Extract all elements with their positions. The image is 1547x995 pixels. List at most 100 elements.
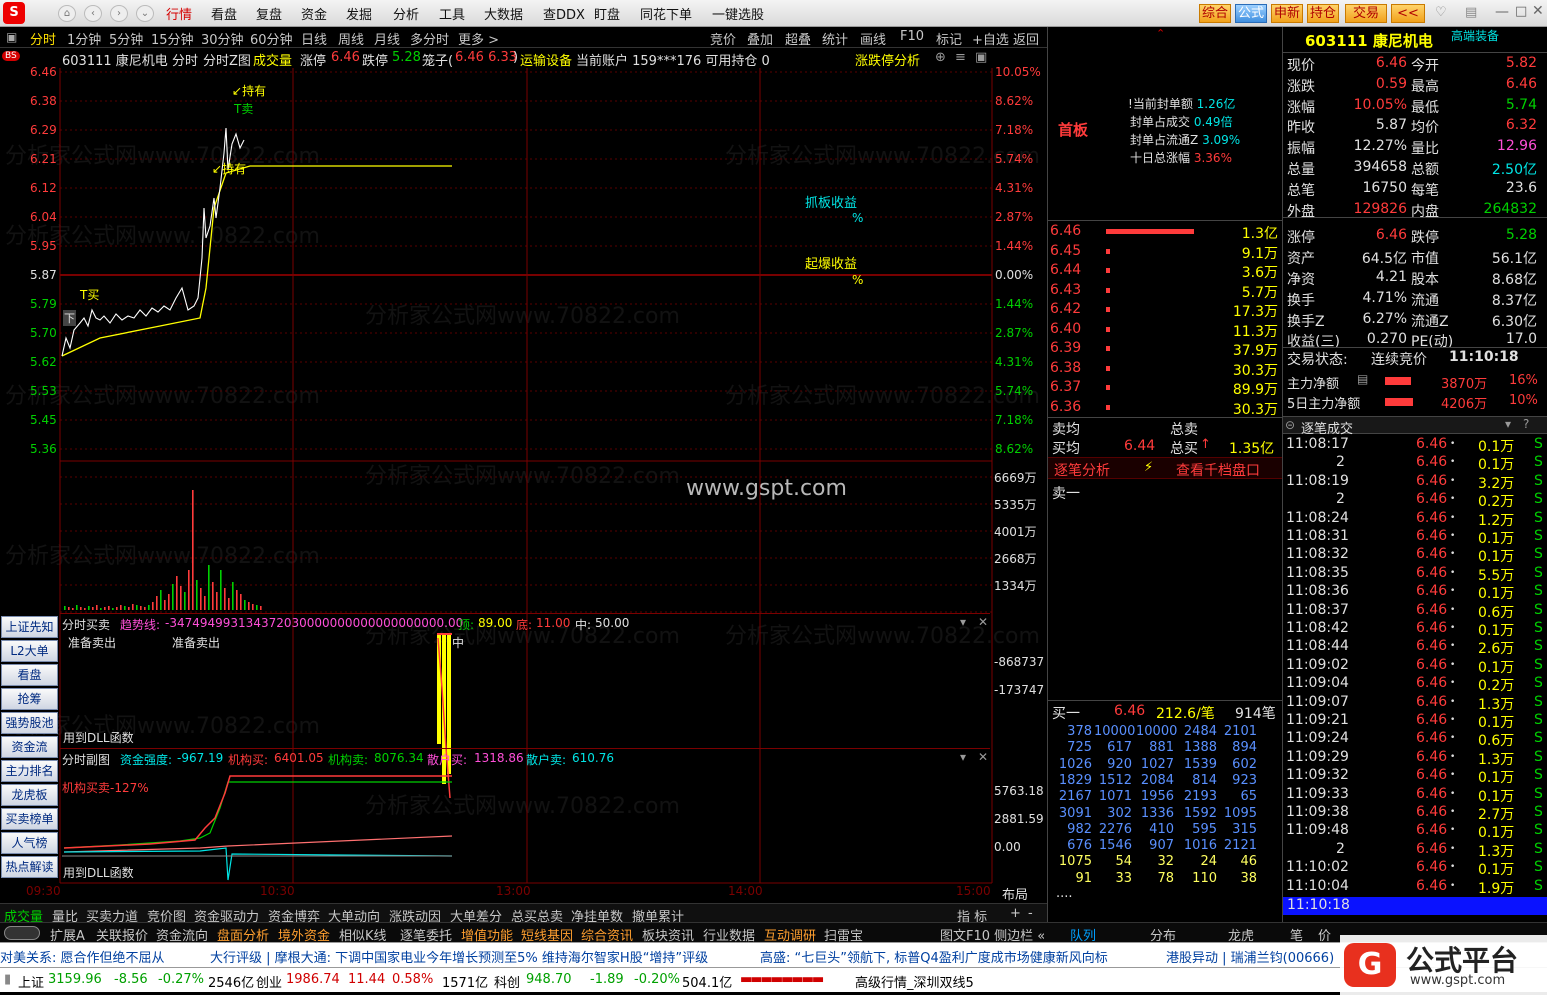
ask-row[interactable]: 6.37 89.9万	[1050, 379, 1280, 398]
tick-help-icon[interactable]: ?	[1523, 417, 1529, 431]
tick-row[interactable]: 11:09:32 6.46 • 0.1万 S	[1284, 767, 1546, 786]
ask-row[interactable]: 6.40 11.3万	[1050, 321, 1280, 340]
ask-row[interactable]: 6.36 30.3万	[1050, 399, 1280, 418]
ask-row[interactable]: 6.42 17.3万	[1050, 301, 1280, 320]
sh-label[interactable]: 上证	[18, 972, 44, 991]
collapse-up-icon[interactable]: ⌃	[1156, 27, 1165, 40]
tick-row[interactable]: 11:08:19 6.46 • 3.2万 S	[1284, 473, 1546, 492]
menu-order[interactable]: 同花下单	[640, 4, 692, 23]
period-multi[interactable]: 多分时	[410, 29, 449, 48]
tick-filter-icon[interactable]: ▾	[1505, 417, 1511, 431]
maximize-icon[interactable]: □	[1515, 4, 1527, 19]
tick-row[interactable]: 11:08:35 6.46 • 5.5万 S	[1284, 565, 1546, 584]
sidebar-main-rank[interactable]: 主力排名	[1, 760, 58, 782]
home-icon[interactable]: ⌂	[58, 5, 76, 22]
tab-position[interactable]: 持仓	[1307, 4, 1339, 23]
tick-row[interactable]: 11:09:21 6.46 • 0.1万 S	[1284, 712, 1546, 731]
close-icon[interactable]: ✕	[1532, 3, 1544, 19]
ask-row[interactable]: 6.45 9.1万	[1050, 243, 1280, 262]
dropdown-icon[interactable]: ⌄	[136, 5, 154, 22]
main-net-icon[interactable]: ▤	[1357, 372, 1368, 386]
tick-row[interactable]: 11:08:32 6.46 • 0.1万 S	[1284, 546, 1546, 565]
btn-draw[interactable]: 画线	[860, 29, 886, 48]
tab-general[interactable]: 综合	[1199, 4, 1231, 23]
tick-row[interactable]: 2 6.46 • 0.2万 S	[1284, 491, 1546, 510]
sub2-close-icon[interactable]: ✕	[978, 750, 988, 764]
tick-row[interactable]: 11:08:44 6.46 • 2.6万 S	[1284, 638, 1546, 657]
period-30min[interactable]: 30分钟	[201, 29, 244, 48]
panel-toggle-icon[interactable]: ▣	[6, 30, 17, 44]
forward-icon[interactable]: ›	[110, 5, 128, 22]
tick-row[interactable]: 11:09:07 6.46 • 1.3万 S	[1284, 694, 1546, 713]
sidebar-watch[interactable]: 看盘	[1, 664, 58, 686]
ask-row[interactable]: 6.39 37.9万	[1050, 340, 1280, 359]
menu-tools[interactable]: 工具	[439, 4, 465, 23]
btn-add-watch[interactable]: +自选	[972, 29, 1009, 48]
quote-feed[interactable]: 高级行情_深圳双线5	[855, 972, 974, 991]
btn-return[interactable]: 返回	[1013, 29, 1039, 48]
tab-collapse[interactable]: <<	[1391, 4, 1425, 23]
tick-row[interactable]: 11:09:02 6.46 • 0.1万 S	[1284, 657, 1546, 676]
period-60min[interactable]: 60分钟	[250, 29, 293, 48]
menu-bigdata[interactable]: 大数据	[484, 4, 523, 23]
tick-row[interactable]: 2 6.46 • 1.3万 S	[1284, 841, 1546, 860]
sidebar-dragon-tiger[interactable]: 龙虎板	[1, 784, 58, 806]
menu-monitor[interactable]: 盯盘	[594, 4, 620, 23]
tab-trade[interactable]: 交易	[1345, 4, 1387, 23]
btn-overlay[interactable]: 叠加	[747, 29, 773, 48]
tick-analysis-button[interactable]: 逐笔分析	[1054, 460, 1110, 480]
shirt-icon[interactable]: ▤	[1465, 5, 1477, 20]
kc-label[interactable]: 科创	[494, 972, 520, 991]
period-1min[interactable]: 1分钟	[67, 29, 101, 48]
period-month[interactable]: 月线	[374, 29, 400, 48]
tab-formula[interactable]: 公式	[1235, 4, 1267, 23]
sub1-dropdown-icon[interactable]: ▾	[960, 615, 966, 629]
menu-ddx[interactable]: 查DDX	[543, 4, 585, 23]
tick-row[interactable]: 11:08:31 6.46 • 0.1万 S	[1284, 528, 1546, 547]
sub2-dropdown-icon[interactable]: ▾	[960, 750, 966, 764]
zoom-in-button[interactable]: +	[1010, 906, 1021, 921]
tick-row[interactable]: 11:08:42 6.46 • 0.1万 S	[1284, 620, 1546, 639]
news-item-2[interactable]: 大行评级 | 摩根大通: 下调中国家电业今年增长预测至5% 维持海尔智家H股“增…	[210, 947, 708, 966]
news-item-3[interactable]: 高盛: “七巨头”领航下, 标普Q4盈利广度成市场健康新风向标	[760, 947, 1108, 966]
sub1-title[interactable]: 分时买卖	[62, 616, 110, 633]
period-day[interactable]: 日线	[301, 29, 327, 48]
btn-f10[interactable]: F10	[900, 29, 924, 44]
queue-more[interactable]: ....	[1056, 886, 1073, 901]
sidebar-money-flow[interactable]: 资金流	[1, 736, 58, 758]
ask-row[interactable]: 6.43 5.7万	[1050, 282, 1280, 301]
menu-stock-pick[interactable]: 一键选股	[712, 4, 764, 23]
period-15min[interactable]: 15分钟	[151, 29, 194, 48]
cy-label[interactable]: 创业	[256, 972, 282, 991]
ask-row[interactable]: 6.46 1.3亿	[1050, 223, 1280, 242]
tick-row[interactable]: 11:09:33 6.46 • 0.1万 S	[1284, 786, 1546, 805]
tick-row[interactable]: 11:08:36 6.46 • 0.1万 S	[1284, 583, 1546, 602]
tick-row[interactable]: 11:08:37 6.46 • 0.6万 S	[1284, 602, 1546, 621]
menu-discover[interactable]: 发掘	[346, 4, 372, 23]
tick-row[interactable]: 11:10:02 6.46 • 0.1万 S	[1284, 859, 1546, 878]
tick-row[interactable]: 11:09:24 6.46 • 0.6万 S	[1284, 730, 1546, 749]
period-5min[interactable]: 5分钟	[109, 29, 143, 48]
tick-row[interactable]: 11:09:04 6.46 • 0.2万 S	[1284, 675, 1546, 694]
news-item-1[interactable]: 对美关系: 愿合作但绝不屈从	[0, 947, 165, 966]
sidebar-hot-topics[interactable]: 热点解读	[1, 856, 58, 878]
menu-quotes[interactable]: 行情	[166, 4, 192, 23]
sidebar-sh-prophet[interactable]: 上证先知	[1, 616, 58, 638]
sidebar-l2-big[interactable]: L2大单	[1, 640, 58, 662]
menu-replay[interactable]: 复盘	[256, 4, 282, 23]
menu-watch[interactable]: 看盘	[211, 4, 237, 23]
ask-row[interactable]: 6.44 3.6万	[1050, 262, 1280, 281]
thousand-depth-button[interactable]: 查看千档盘口	[1176, 460, 1260, 480]
minimize-icon[interactable]: —	[1495, 4, 1509, 20]
tick-row[interactable]: 11:09:29 6.46 • 1.3万 S	[1284, 749, 1546, 768]
menu-analysis[interactable]: 分析	[393, 4, 419, 23]
sub2-title[interactable]: 分时副图	[62, 751, 110, 768]
period-intraday[interactable]: 分时	[30, 29, 56, 48]
tick-row[interactable]: 11:09:48 6.46 • 0.1万 S	[1284, 822, 1546, 841]
tab-ipo[interactable]: 申新	[1271, 4, 1303, 23]
ask-row[interactable]: 6.38 30.3万	[1050, 360, 1280, 379]
news-item-4[interactable]: 港股异动 | 瑞浦兰钧(00666)	[1166, 947, 1334, 966]
sidebar-trade-list[interactable]: 买卖榜单	[1, 808, 58, 830]
tick-row[interactable]: 11:10:04 6.46 • 1.9万 S	[1284, 878, 1546, 897]
sidebar-strong-pool[interactable]: 强势股池	[1, 712, 58, 734]
